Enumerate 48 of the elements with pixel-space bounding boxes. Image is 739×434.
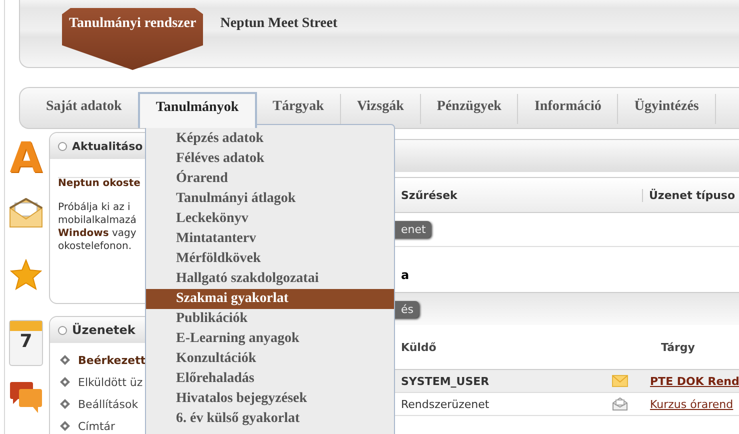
open-envelope-icon bbox=[612, 397, 628, 411]
menu-item[interactable]: Szakmai gyakorlat bbox=[146, 289, 394, 309]
panel-title: Üzenetek bbox=[72, 323, 136, 337]
menu-item[interactable]: Mérföldkövek bbox=[146, 249, 394, 269]
diamond-icon bbox=[60, 377, 70, 387]
menu-item[interactable]: Hallgató szakdolgozatai bbox=[146, 269, 394, 289]
message-folder-link[interactable]: Beállítások bbox=[78, 398, 138, 410]
envelope-icon bbox=[612, 375, 628, 387]
message-folder-link[interactable]: Beérkezett bbox=[78, 354, 146, 366]
diamond-icon bbox=[60, 399, 70, 409]
diamond-icon bbox=[60, 421, 70, 431]
menu-item[interactable]: E-Learning anyagok bbox=[146, 329, 394, 349]
bullet-icon bbox=[58, 142, 67, 150]
calendar-icon[interactable]: 7 bbox=[9, 320, 43, 366]
menu-item[interactable]: Tanulmányi átlagok bbox=[146, 189, 394, 209]
chat-icon bbox=[9, 381, 43, 415]
subject-link[interactable]: PTE DOK Rend bbox=[650, 374, 739, 388]
envelope-icon bbox=[9, 198, 43, 228]
column-header: Tárgy bbox=[660, 340, 695, 354]
menu-item[interactable]: Képzés adatok bbox=[146, 129, 394, 149]
system-tab[interactable]: Neptun Meet Street bbox=[220, 0, 338, 32]
news-text: Próbálja ki az i bbox=[58, 201, 130, 214]
menu-item[interactable]: Konzultációk bbox=[146, 349, 394, 369]
column-header: Küldő bbox=[400, 340, 438, 354]
sender-cell-text: SYSTEM_USER bbox=[401, 374, 490, 388]
nav-tab[interactable]: Ügyintézés bbox=[618, 94, 716, 124]
bullet-icon bbox=[58, 326, 67, 334]
nav-tab[interactable]: Tanulmányok bbox=[138, 92, 257, 128]
news-text: mobilalkalmazá bbox=[58, 214, 136, 227]
news-text: okostelefonon. bbox=[58, 240, 132, 253]
filter-label: a bbox=[401, 269, 410, 282]
subject-link[interactable]: Kurzus órarend bbox=[650, 398, 734, 410]
menu-item[interactable]: Féléves adatok bbox=[146, 149, 394, 169]
message-folder-link[interactable]: Címtár bbox=[78, 420, 116, 432]
nav-tab[interactable]: Információ bbox=[518, 94, 618, 124]
nav-tab[interactable]: Pénzügyek bbox=[420, 94, 518, 124]
sender-cell-text: Rendszerüzenet bbox=[401, 398, 490, 410]
column-header: Szűrések bbox=[400, 188, 458, 202]
news-headline: Neptun okoste bbox=[58, 177, 140, 189]
panel-title: Aktualitáso bbox=[72, 140, 143, 152]
menu-item[interactable]: Órarend bbox=[146, 169, 394, 189]
system-tab[interactable]: Tanulmányi rendszer bbox=[62, 8, 204, 70]
message-folder-link[interactable]: Elküldött üz bbox=[78, 376, 143, 388]
news-text: Windows vagy bbox=[58, 227, 136, 240]
menu-item[interactable]: Publikációk bbox=[146, 309, 394, 329]
column-header: Üzenet típuso bbox=[642, 188, 736, 202]
diamond-icon bbox=[60, 355, 70, 365]
star-icon bbox=[10, 259, 42, 291]
